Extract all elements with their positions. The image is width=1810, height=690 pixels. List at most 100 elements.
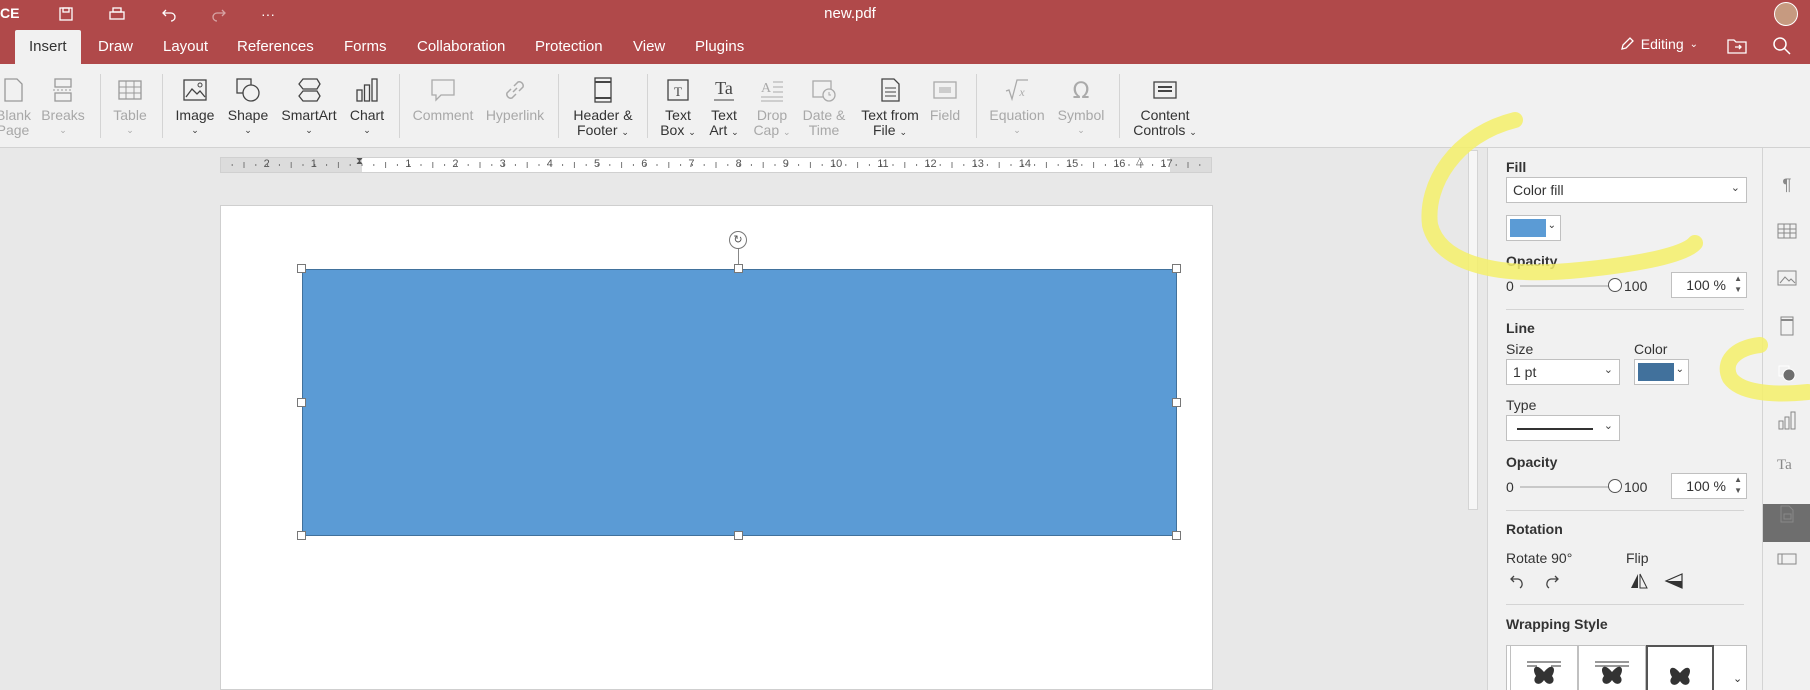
text-art-settings-icon[interactable]: Ta (1777, 457, 1797, 477)
editing-mode-button[interactable]: Editing ⌄ (1619, 36, 1698, 52)
rectangle-shape[interactable] (302, 269, 1177, 536)
opacity-slider-thumb[interactable] (1608, 278, 1622, 292)
chart-label: Chart (349, 107, 385, 123)
hyperlink-button[interactable]: Hyperlink (482, 76, 548, 123)
rotate-handle-icon[interactable]: ↻ (729, 231, 747, 249)
paragraph-settings-icon[interactable]: ¶ (1777, 175, 1797, 195)
open-location-icon[interactable] (1726, 36, 1748, 58)
ruler-label: 12 (924, 158, 937, 170)
fill-type-select[interactable]: Color fill ⌄ (1506, 177, 1747, 203)
table-settings-icon[interactable] (1777, 222, 1797, 242)
breaks-button[interactable]: Breaks ⌄ (40, 76, 86, 138)
chevron-down-icon: ⌄ (1013, 125, 1021, 135)
symbol-button[interactable]: Ω Symbol ⌄ (1054, 76, 1108, 138)
fill-title: Fill (1506, 159, 1527, 175)
tab-layout[interactable]: Layout (149, 30, 222, 64)
fill-color-button[interactable]: ⌄ (1506, 215, 1561, 241)
form-settings-icon[interactable] (1777, 551, 1797, 571)
chevron-down-icon: ⌄ (1675, 364, 1684, 375)
resize-handle-top-left[interactable] (297, 264, 306, 273)
line-opacity-slider-thumb[interactable] (1608, 479, 1622, 493)
resize-handle-bottom-right[interactable] (1172, 531, 1181, 540)
text-art-button[interactable]: Ta Text Art ⌄ (702, 76, 746, 140)
chevron-down-icon: ⌄ (305, 125, 313, 135)
chart-button[interactable]: Chart ⌄ (344, 76, 390, 138)
tab-insert[interactable]: Insert (15, 30, 81, 64)
tab-protection[interactable]: Protection (521, 30, 617, 64)
resize-handle-right[interactable] (1172, 398, 1181, 407)
indent-marker-icon[interactable]: ⧗ (356, 156, 363, 167)
svg-text:Ta: Ta (715, 78, 733, 98)
table-button[interactable]: Table ⌄ (108, 76, 152, 138)
rotate-label: Rotate 90° (1506, 550, 1573, 566)
tab-plugins[interactable]: Plugins (681, 30, 758, 64)
table-label: Table (113, 107, 147, 123)
opacity-input[interactable]: 100 % ▲ ▼ (1671, 272, 1747, 298)
drop-cap-label-2: Cap (753, 122, 780, 138)
shape-button[interactable]: Shape ⌄ (224, 76, 272, 138)
chevron-down-icon: ⌄ (688, 127, 696, 137)
chevron-down-icon: ⌄ (126, 125, 134, 135)
chart-settings-icon[interactable] (1777, 410, 1797, 430)
rotate-counterclockwise-icon[interactable] (1508, 572, 1526, 595)
line-type-select[interactable]: ⌄ (1506, 415, 1620, 441)
line-opacity-input[interactable]: 100 % ▲ ▼ (1671, 473, 1747, 499)
header-footer-icon (594, 77, 612, 103)
drop-cap-label-1: Drop (756, 107, 788, 123)
blank-page-button[interactable]: Blank Page (0, 76, 31, 138)
resize-handle-bottom-left[interactable] (297, 531, 306, 540)
line-opacity-slider[interactable] (1520, 486, 1615, 488)
ruler-label: 3 (499, 158, 506, 170)
content-controls-button[interactable]: Content Controls ⌄ (1128, 76, 1202, 140)
right-indent-marker-icon[interactable]: △ (1136, 156, 1144, 167)
equation-button[interactable]: x Equation ⌄ (984, 76, 1050, 138)
wrapping-more-chevron-icon[interactable]: ⌄ (1733, 672, 1742, 685)
ruler-label: 2 (452, 158, 459, 170)
tab-view[interactable]: View (619, 30, 679, 64)
search-icon[interactable] (1772, 36, 1794, 58)
flip-horizontal-icon[interactable] (1629, 572, 1649, 595)
header-footer-settings-icon[interactable] (1777, 316, 1797, 336)
wrap-inline-option[interactable] (1646, 645, 1714, 690)
insert-toolbar: Blank Page Breaks ⌄ Table ⌄ Image ⌄ Shap… (0, 64, 1810, 148)
avatar[interactable] (1774, 2, 1798, 26)
drop-cap-button[interactable]: A Drop Cap ⌄ (750, 76, 794, 140)
flip-vertical-icon[interactable] (1664, 572, 1684, 595)
line-color-button[interactable]: ⌄ (1634, 359, 1689, 385)
opacity-slider[interactable] (1520, 285, 1615, 287)
image-settings-icon[interactable] (1777, 269, 1797, 289)
mail-merge-icon[interactable] (1777, 504, 1797, 524)
text-box-button[interactable]: T Text Box ⌄ (656, 76, 700, 140)
chevron-down-icon: ⌄ (783, 127, 791, 137)
shape-settings-icon[interactable] (1777, 363, 1797, 383)
horizontal-ruler[interactable]: 2 1 1 2 3 4 5 6 7 8 9 10 11 12 13 14 15 16 17 ⧗ △ (220, 156, 1212, 173)
smartart-button[interactable]: SmartArt ⌄ (278, 76, 340, 138)
tab-references[interactable]: References (223, 30, 328, 64)
comment-button[interactable]: Comment (410, 76, 476, 123)
wrapping-style-title: Wrapping Style (1506, 616, 1608, 632)
tab-collaboration[interactable]: Collaboration (403, 30, 519, 64)
ruler-label: 5 (594, 158, 601, 170)
comment-icon (431, 79, 455, 102)
image-button[interactable]: Image ⌄ (172, 76, 218, 138)
tab-draw[interactable]: Draw (84, 30, 147, 64)
resize-handle-bottom[interactable] (734, 531, 743, 540)
tab-forms[interactable]: Forms (330, 30, 401, 64)
comment-label: Comment (412, 107, 474, 123)
field-button[interactable]: Field (924, 76, 966, 123)
resize-handle-top[interactable] (734, 264, 743, 273)
resize-handle-top-right[interactable] (1172, 264, 1181, 273)
rotate-clockwise-icon[interactable] (1543, 572, 1561, 595)
text-box-label-1: Text (665, 107, 691, 123)
line-size-select[interactable]: 1 pt ⌄ (1506, 359, 1620, 385)
date-time-button[interactable]: Date & Time (798, 76, 850, 138)
vertical-scrollbar[interactable] (1468, 150, 1478, 510)
spinner-arrows-icon[interactable]: ▲ ▼ (1734, 273, 1742, 295)
resize-handle-left[interactable] (297, 398, 306, 407)
header-footer-button[interactable]: Header & Footer ⌄ (568, 76, 638, 140)
svg-text:A: A (761, 81, 772, 96)
wrap-top-bottom-option[interactable] (1578, 645, 1646, 690)
wrap-square-option[interactable] (1510, 645, 1578, 690)
spinner-arrows-icon[interactable]: ▲ ▼ (1734, 474, 1742, 496)
text-from-file-button[interactable]: Text from File ⌄ (855, 76, 925, 140)
